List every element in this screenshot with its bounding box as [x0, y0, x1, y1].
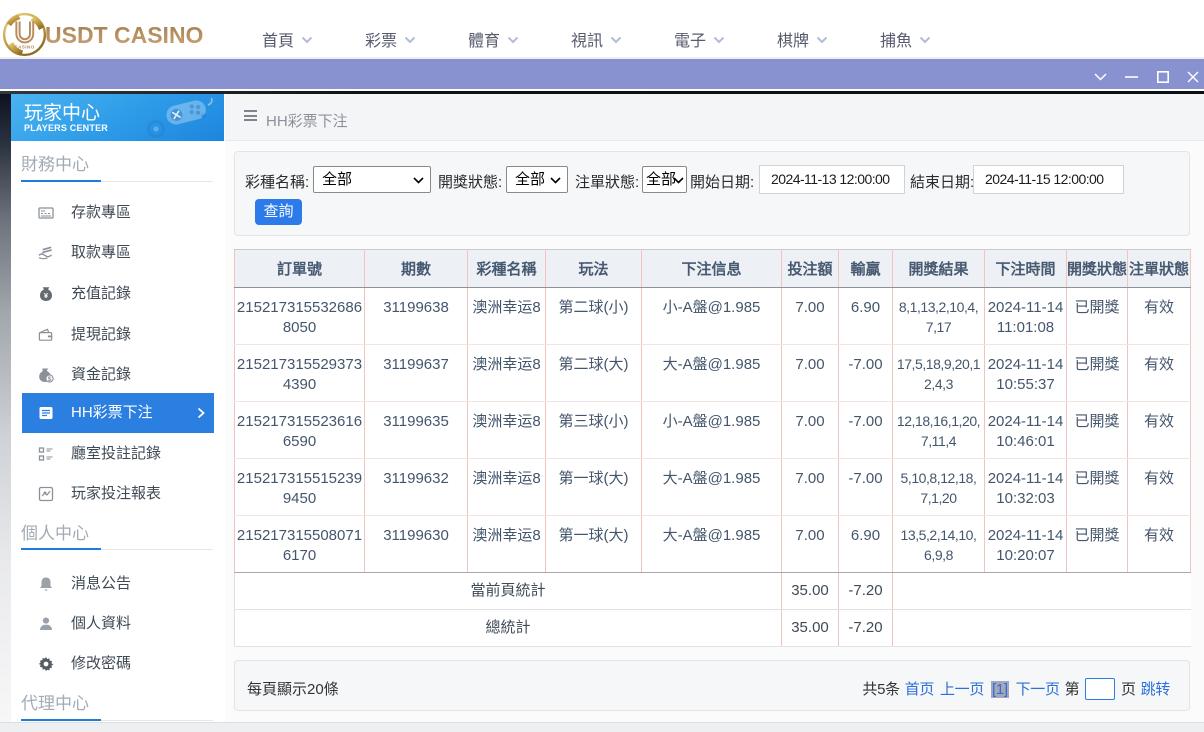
svg-text:$: $	[48, 376, 52, 383]
svg-text:CASINO: CASINO	[14, 45, 34, 50]
